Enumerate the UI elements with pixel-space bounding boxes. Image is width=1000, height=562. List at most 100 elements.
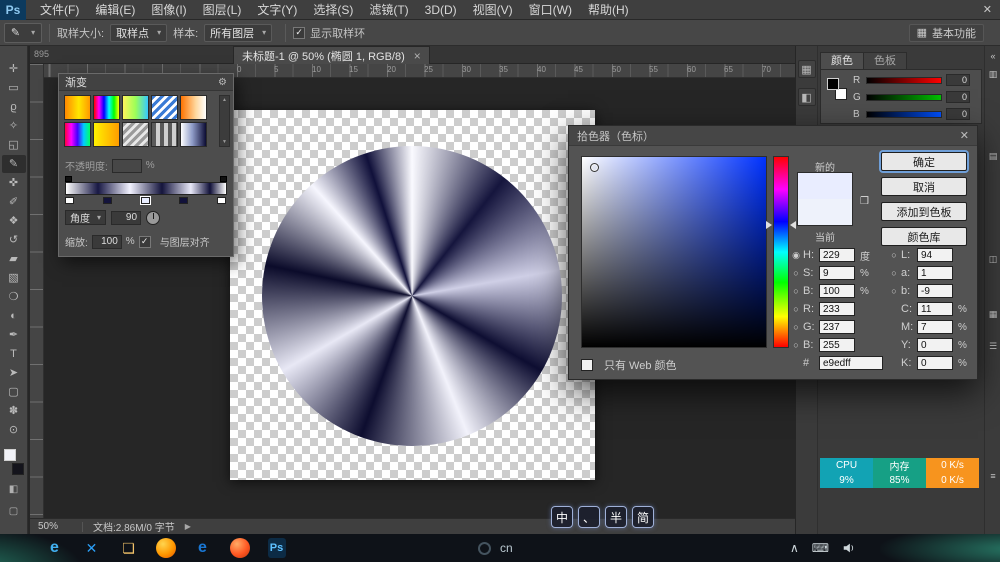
presets-scrollbar[interactable]: ▲ ▼ — [219, 95, 230, 147]
channel-value-field[interactable]: 0 — [946, 74, 970, 86]
cancel-button[interactable]: 取消 — [881, 177, 967, 196]
sample-size-dropdown[interactable]: 取样点 ▾ — [110, 24, 167, 42]
ime-punctuation[interactable]: 、 — [578, 506, 600, 528]
add-to-swatches-button[interactable]: 添加到色板 — [881, 202, 967, 221]
expand-dock-icon[interactable]: « — [987, 50, 999, 62]
gradient-preset[interactable] — [93, 95, 120, 120]
zoom-tool[interactable]: ⊙ — [2, 421, 26, 439]
gradient-color-stop[interactable] — [103, 197, 112, 204]
ime-width-half[interactable]: 半 — [605, 506, 627, 528]
menu-view[interactable]: 视图(V) — [465, 0, 521, 20]
menu-help[interactable]: 帮助(H) — [580, 0, 637, 20]
shape-tool[interactable]: ▢ — [2, 383, 26, 401]
quick-selection-tool[interactable]: ✧ — [2, 117, 26, 135]
crop-tool[interactable]: ◱ — [2, 136, 26, 154]
edge-dark-icon[interactable]: e — [190, 536, 215, 560]
quick-mask-icon[interactable]: ◧ — [2, 483, 26, 497]
menu-3d[interactable]: 3D(D) — [417, 0, 465, 20]
dialog-title-bar[interactable]: 拾色器（色标） ✕ — [569, 126, 977, 146]
gradient-preset[interactable] — [64, 122, 91, 147]
gradient-color-stop[interactable] — [179, 197, 188, 204]
eraser-tool[interactable]: ▰ — [2, 250, 26, 268]
clone-stamp-tool[interactable]: ❖ — [2, 212, 26, 230]
gradient-color-stop[interactable] — [141, 197, 150, 204]
field-input[interactable]: 229 — [819, 248, 855, 262]
angle-dial-icon[interactable] — [146, 211, 160, 225]
gradient-color-stop[interactable] — [65, 197, 74, 204]
language-indicator-icon[interactable] — [478, 542, 491, 555]
tab-swatches[interactable]: 色板 — [864, 52, 907, 69]
web-gamut-cube-icon[interactable]: ❒ — [860, 196, 869, 207]
field-radio[interactable]: ○ — [791, 286, 801, 296]
field-input[interactable]: 233 — [819, 302, 855, 316]
brush-tool[interactable]: ✐ — [2, 193, 26, 211]
docked-panel-icon-6[interactable]: ≡ — [987, 470, 999, 482]
panel-fg-bg-swatches[interactable] — [825, 76, 849, 102]
field-input[interactable]: 100 — [819, 284, 855, 298]
gradient-preset[interactable] — [93, 122, 120, 147]
type-tool[interactable]: T — [2, 345, 26, 363]
rectangular-marquee-tool[interactable]: ▭ — [2, 79, 26, 97]
field-input[interactable]: 1 — [917, 266, 953, 280]
workspace-switcher[interactable]: ▦ 基本功能 — [909, 24, 984, 42]
field-radio[interactable]: ○ — [791, 304, 801, 314]
docked-panel-icon-3[interactable]: ◫ — [987, 253, 999, 265]
field-input[interactable]: e9edff — [819, 356, 883, 370]
gradient-preset[interactable] — [122, 95, 149, 120]
gradient-color-stop[interactable] — [217, 197, 226, 204]
docked-panel-icon-5[interactable]: ☰ — [987, 340, 999, 352]
ime-mode-chinese[interactable]: 中 — [551, 506, 573, 528]
tab-color[interactable]: 颜色 — [820, 52, 864, 69]
field-input[interactable]: 0 — [917, 356, 953, 370]
field-radio[interactable]: ○ — [889, 268, 899, 278]
angle-value-field[interactable]: 90 — [111, 211, 141, 225]
tab-close-icon[interactable]: × — [414, 49, 421, 63]
field-input[interactable]: 94 — [917, 248, 953, 262]
hue-slider-arrow-right[interactable] — [790, 221, 796, 229]
gradient-preset[interactable] — [180, 122, 207, 147]
menu-filter[interactable]: 滤镜(T) — [361, 0, 416, 20]
menu-file[interactable]: 文件(F) — [32, 0, 87, 20]
gear-icon[interactable]: ⚙ — [218, 77, 227, 88]
hue-slider-arrow-left[interactable] — [766, 221, 772, 229]
web-colors-only-checkbox[interactable] — [581, 359, 593, 371]
tray-keyboard-icon[interactable]: ⌨ — [812, 541, 829, 555]
color-slider[interactable] — [866, 77, 942, 84]
tool-preset-picker[interactable]: ✎ ▾ — [4, 23, 42, 43]
align-with-layer-checkbox[interactable]: ✓ — [139, 236, 151, 248]
color-libraries-button[interactable]: 颜色库 — [881, 227, 967, 246]
foreground-background-swatches[interactable] — [3, 449, 25, 475]
gradient-preset[interactable] — [151, 95, 178, 120]
field-input[interactable]: 9 — [819, 266, 855, 280]
vertical-ruler[interactable] — [30, 64, 44, 518]
background-color-swatch[interactable] — [12, 463, 24, 475]
saturation-brightness-field[interactable] — [581, 156, 767, 348]
color-slider[interactable] — [866, 111, 942, 118]
photoshop-icon[interactable]: Ps — [264, 536, 289, 560]
scale-value-field[interactable]: 100 — [92, 235, 122, 249]
menu-type[interactable]: 文字(Y) — [249, 0, 305, 20]
gradient-preview-bar[interactable] — [65, 182, 227, 195]
lasso-tool[interactable]: ϱ — [2, 98, 26, 116]
menu-select[interactable]: 选择(S) — [305, 0, 361, 20]
collapsed-adjustments-panel-icon[interactable]: ▦ — [798, 60, 816, 78]
gradient-preset[interactable] — [151, 122, 178, 147]
channel-value-field[interactable]: 0 — [946, 108, 970, 120]
field-input[interactable]: 0 — [917, 338, 953, 352]
menu-window[interactable]: 窗口(W) — [521, 0, 580, 20]
gradient-preset[interactable] — [180, 95, 207, 120]
move-tool[interactable]: ✛ — [2, 60, 26, 78]
zoom-level-field[interactable]: 50% — [38, 521, 72, 532]
foreground-color-swatch[interactable] — [4, 449, 16, 461]
history-brush-tool[interactable]: ↺ — [2, 231, 26, 249]
menu-edit[interactable]: 编辑(E) — [87, 0, 143, 20]
scroll-down-icon[interactable]: ▼ — [222, 139, 227, 145]
eyedropper-tool[interactable]: ✎ — [2, 155, 26, 173]
field-input[interactable]: 255 — [819, 338, 855, 352]
foreground-color-swatch[interactable] — [827, 78, 839, 90]
hue-slider[interactable] — [773, 156, 789, 348]
firefox-icon[interactable] — [153, 536, 178, 560]
field-input[interactable]: 11 — [917, 302, 953, 316]
ok-button[interactable]: 确定 — [881, 152, 967, 171]
menu-image[interactable]: 图像(I) — [143, 0, 194, 20]
